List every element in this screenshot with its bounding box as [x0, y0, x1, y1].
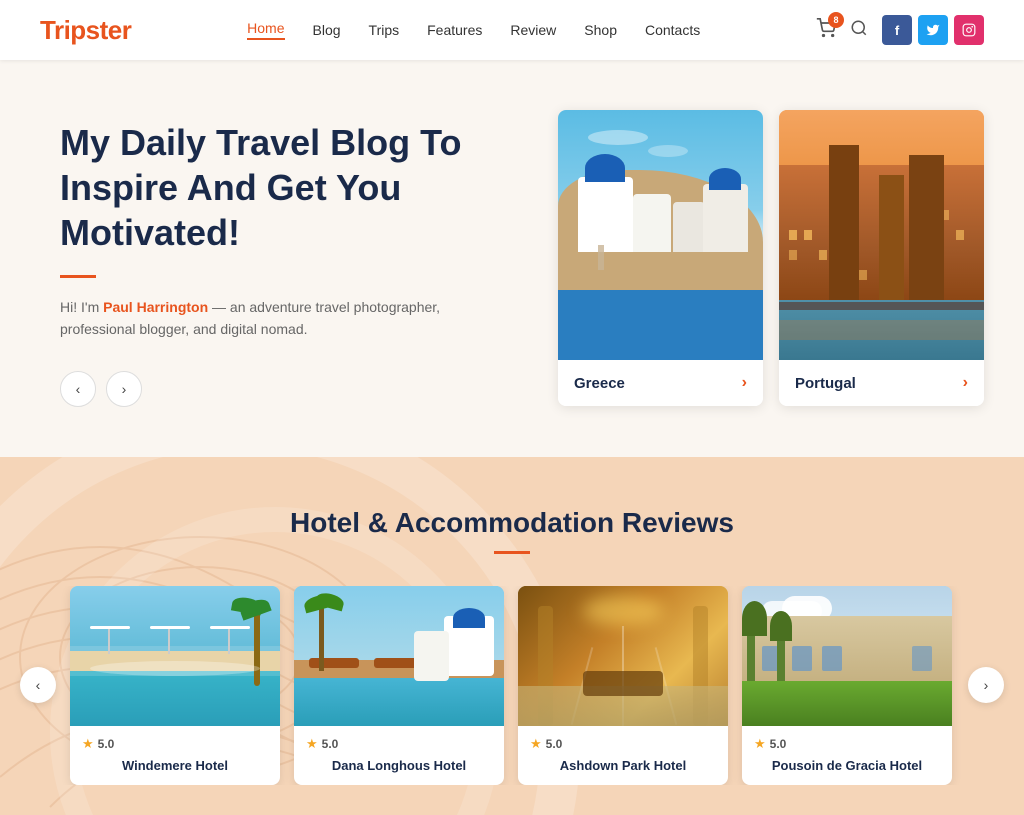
greece-arrow-icon[interactable]: ›	[742, 374, 747, 392]
hotel-2-rating: 5.0	[322, 737, 339, 751]
social-links: f	[882, 15, 984, 45]
greece-image	[558, 110, 763, 360]
hero-title: My Daily Travel Blog To Inspire And Get …	[60, 120, 510, 255]
hero-divider	[60, 275, 96, 278]
hotel-3-stars: ★ 5.0	[530, 736, 716, 752]
hero-section: My Daily Travel Blog To Inspire And Get …	[0, 60, 1024, 457]
hotel-carousel: ‹	[20, 586, 1004, 785]
hotel-3-rating: 5.0	[546, 737, 563, 751]
portugal-arrow-icon[interactable]: ›	[963, 374, 968, 392]
destination-card-portugal: Portugal ›	[779, 110, 984, 406]
nav-trips[interactable]: Trips	[369, 22, 400, 38]
nav-shop[interactable]: Shop	[584, 22, 617, 38]
hotel-card-3: ★ 5.0 Ashdown Park Hotel	[518, 586, 728, 785]
instagram-button[interactable]	[954, 15, 984, 45]
logo-text: Trip	[40, 15, 86, 45]
main-nav: Home Blog Trips Features Review Shop Con…	[247, 20, 700, 40]
carousel-prev-button[interactable]: ‹	[20, 667, 56, 703]
hotel-card-4: ★ 5.0 Pousoin de Gracia Hotel	[742, 586, 952, 785]
hotel-section-divider	[494, 551, 530, 554]
cart-button[interactable]: 8	[816, 18, 836, 43]
hotel-4-body: ★ 5.0 Pousoin de Gracia Hotel	[742, 726, 952, 785]
hotel-card-1: ★ 5.0 Windemere Hotel	[70, 586, 280, 785]
portugal-card-footer[interactable]: Portugal ›	[779, 360, 984, 406]
nav-blog[interactable]: Blog	[313, 22, 341, 38]
greece-card-footer[interactable]: Greece ›	[558, 360, 763, 406]
cart-badge: 8	[828, 12, 844, 28]
hotel-4-name: Pousoin de Gracia Hotel	[754, 758, 940, 773]
nav-home[interactable]: Home	[247, 20, 284, 40]
hotel-4-rating: 5.0	[770, 737, 787, 751]
author-name: Paul Harrington	[103, 299, 208, 315]
hotel-section: Hotel & Accommodation Reviews ‹	[0, 457, 1024, 815]
hotel-3-image	[518, 586, 728, 726]
hero-content: My Daily Travel Blog To Inspire And Get …	[60, 110, 510, 407]
hotel-2-name: Dana Longhous Hotel	[306, 758, 492, 773]
hero-description: Hi! I'm Paul Harrington — an adventure t…	[60, 296, 510, 341]
carousel-next-button[interactable]: ›	[968, 667, 1004, 703]
hero-navigation: ‹ ›	[60, 371, 510, 407]
search-button[interactable]	[850, 19, 868, 42]
hotel-3-name: Ashdown Park Hotel	[530, 758, 716, 773]
nav-features[interactable]: Features	[427, 22, 482, 38]
hotel-2-body: ★ 5.0 Dana Longhous Hotel	[294, 726, 504, 785]
header-actions: 8 f	[816, 15, 984, 45]
hero-next-button[interactable]: ›	[106, 371, 142, 407]
hotel-2-image	[294, 586, 504, 726]
hotel-2-stars: ★ 5.0	[306, 736, 492, 752]
destination-card-greece: Greece ›	[558, 110, 763, 406]
portugal-image	[779, 110, 984, 360]
hotel-3-body: ★ 5.0 Ashdown Park Hotel	[518, 726, 728, 785]
hero-prev-button[interactable]: ‹	[60, 371, 96, 407]
nav-review[interactable]: Review	[510, 22, 556, 38]
hotel-1-rating: 5.0	[98, 737, 115, 751]
header: Tripster Home Blog Trips Features Review…	[0, 0, 1024, 60]
hotel-1-name: Windemere Hotel	[82, 758, 268, 773]
twitter-button[interactable]	[918, 15, 948, 45]
hotel-card-2: ★ 5.0 Dana Longhous Hotel	[294, 586, 504, 785]
logo[interactable]: Tripster	[40, 15, 131, 46]
nav-contacts[interactable]: Contacts	[645, 22, 700, 38]
logo-accent: ster	[86, 15, 132, 45]
hotel-1-image	[70, 586, 280, 726]
hotel-section-title: Hotel & Accommodation Reviews	[20, 507, 1004, 539]
portugal-label: Portugal	[795, 375, 856, 392]
hotel-4-image	[742, 586, 952, 726]
hotel-1-stars: ★ 5.0	[82, 736, 268, 752]
destination-cards: Greece ›	[510, 110, 984, 406]
greece-label: Greece	[574, 375, 625, 392]
facebook-button[interactable]: f	[882, 15, 912, 45]
hotel-cards: ★ 5.0 Windemere Hotel	[56, 586, 968, 785]
hotel-4-stars: ★ 5.0	[754, 736, 940, 752]
hotel-1-body: ★ 5.0 Windemere Hotel	[70, 726, 280, 785]
